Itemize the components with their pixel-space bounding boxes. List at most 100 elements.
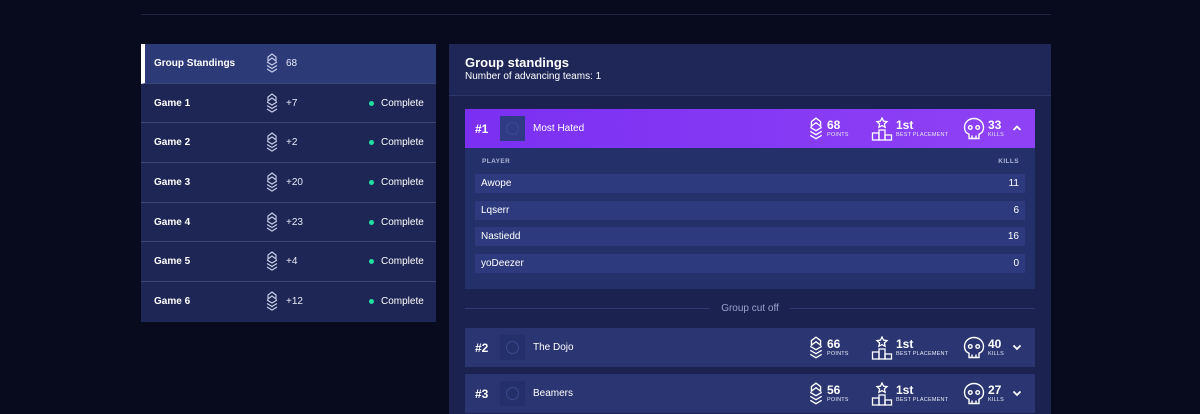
player-kills: 0 xyxy=(1013,257,1019,269)
kills-value: 27 xyxy=(988,382,1002,397)
player-name: yoDeezer xyxy=(481,257,524,269)
game-item-game-4[interactable]: Game 4 +23 Complete xyxy=(141,202,436,243)
team-rank: #1 xyxy=(475,121,489,136)
team-name: Beamers xyxy=(533,388,574,399)
cutoff-label: Group cut off xyxy=(721,302,779,314)
game-status-label: Complete xyxy=(381,296,424,308)
game-points: +20 xyxy=(286,176,303,188)
placement-label: BEST PLACEMENT xyxy=(896,396,949,403)
chevron-down-icon[interactable] xyxy=(1011,387,1023,399)
team-best-placement: 1st BEST PLACEMENT xyxy=(871,109,948,148)
player-name: Lqserr xyxy=(481,204,510,216)
game-points: +7 xyxy=(286,97,298,109)
chevron-badge-icon xyxy=(266,291,278,311)
player-row: yoDeezer 0 xyxy=(475,253,1025,273)
team-kills: 33 KILLS xyxy=(963,109,1004,148)
game-item-game-3[interactable]: Game 3 +20 Complete xyxy=(141,163,436,203)
game-status: Complete xyxy=(369,177,424,188)
game-item-game-2[interactable]: Game 2 +2 Complete xyxy=(141,123,436,164)
chevron-badge-icon xyxy=(809,116,823,140)
player-row: Nastiedd 16 xyxy=(475,227,1025,246)
cutoff-line xyxy=(789,307,1036,309)
team-logo xyxy=(500,335,525,360)
points-value: 56 xyxy=(827,382,841,397)
standings-panel: Group standings Number of advancing team… xyxy=(449,44,1051,414)
status-dot-icon xyxy=(369,100,374,106)
team-logo-mark xyxy=(506,341,519,354)
team-kills: 40 KILLS xyxy=(963,328,1004,367)
team-row-the-dojo[interactable]: #2 The Dojo 66 POINTS 1st BEST PLACEMENT 4… xyxy=(465,328,1035,367)
game-points: 68 xyxy=(286,57,298,69)
game-item-label: Game 2 xyxy=(154,137,191,149)
game-item-game-6[interactable]: Game 6 +12 Complete xyxy=(141,282,436,322)
chevron-down-icon[interactable] xyxy=(1011,341,1023,353)
status-dot-icon xyxy=(369,140,374,146)
chevron-badge-icon xyxy=(266,92,278,113)
team-rank: #3 xyxy=(475,386,489,401)
chevron-badge-icon xyxy=(809,335,823,359)
game-status: Complete xyxy=(369,296,424,307)
game-status-label: Complete xyxy=(381,137,424,149)
player-row: Awope 11 xyxy=(475,174,1025,193)
team-name: The Dojo xyxy=(533,342,574,353)
game-item-label: Game 5 xyxy=(154,256,191,268)
team-row-beamers[interactable]: #3 Beamers 56 POINTS 1st BEST PLACEMENT 27… xyxy=(465,374,1035,413)
game-status: Complete xyxy=(369,256,424,267)
placement-label: BEST PLACEMENT xyxy=(896,350,949,357)
game-status-label: Complete xyxy=(381,256,424,268)
points-label: POINTS xyxy=(827,396,849,403)
team-points: 66 POINTS xyxy=(808,328,849,367)
player-name: Nastiedd xyxy=(481,231,521,242)
placement-value: 1st xyxy=(896,336,914,351)
game-item-group-standings[interactable]: Group Standings 68 xyxy=(141,44,436,84)
game-points: +12 xyxy=(286,296,303,308)
team-logo xyxy=(500,381,525,406)
chevron-badge-icon xyxy=(266,53,278,73)
game-status-label: Complete xyxy=(381,216,424,228)
kills-value: 33 xyxy=(988,117,1002,132)
podium-icon xyxy=(871,335,893,360)
player-kills: 16 xyxy=(1007,231,1019,242)
player-list: PLAYER KILLS Awope 11 Lqserr 6 Nastiedd … xyxy=(465,148,1035,289)
chevron-up-icon[interactable] xyxy=(1011,122,1023,134)
points-value: 68 xyxy=(827,117,841,132)
podium-icon xyxy=(871,381,893,406)
game-item-label: Game 1 xyxy=(154,97,191,109)
kills-label: KILLS xyxy=(988,131,1004,138)
skull-icon xyxy=(963,382,985,404)
chevron-badge-icon xyxy=(266,172,278,192)
team-rank: #2 xyxy=(475,340,489,355)
kills-label: KILLS xyxy=(988,350,1004,357)
kills-value: 40 xyxy=(988,336,1002,351)
cutoff-line xyxy=(465,307,711,309)
status-dot-icon xyxy=(369,219,374,225)
game-item-label: Game 4 xyxy=(154,216,191,228)
placement-value: 1st xyxy=(896,382,914,397)
game-points: +2 xyxy=(286,137,298,149)
player-kills: 6 xyxy=(1013,204,1019,216)
placement-label: BEST PLACEMENT xyxy=(896,131,949,138)
status-dot-icon xyxy=(369,299,374,305)
group-cutoff-divider: Group cut off xyxy=(465,301,1036,315)
team-row-most-hated[interactable]: #1 Most Hated 68 POINTS 1st BEST PLACEMENT… xyxy=(465,109,1035,148)
game-status: Complete xyxy=(369,98,424,109)
chevron-badge-icon xyxy=(266,212,278,232)
chevron-badge-icon xyxy=(266,251,278,272)
player-name: Awope xyxy=(481,178,512,189)
team-points: 68 POINTS xyxy=(808,109,849,148)
game-points: +4 xyxy=(286,256,298,268)
points-label: POINTS xyxy=(827,131,849,138)
game-item-game-5[interactable]: Game 5 +4 Complete xyxy=(141,242,436,283)
skull-icon xyxy=(963,117,985,139)
placement-value: 1st xyxy=(896,117,914,132)
chevron-badge-icon xyxy=(266,132,278,153)
status-dot-icon xyxy=(369,179,374,185)
panel-header: Group standings Number of advancing team… xyxy=(449,44,1051,96)
team-points: 56 POINTS xyxy=(808,374,849,413)
team-kills: 27 KILLS xyxy=(963,374,1004,413)
player-row: Lqserr 6 xyxy=(475,200,1025,220)
game-item-game-1[interactable]: Game 1 +7 Complete xyxy=(141,83,436,124)
player-column-header: PLAYER xyxy=(482,158,511,165)
game-status-label: Complete xyxy=(381,97,424,109)
top-divider xyxy=(141,14,1051,15)
